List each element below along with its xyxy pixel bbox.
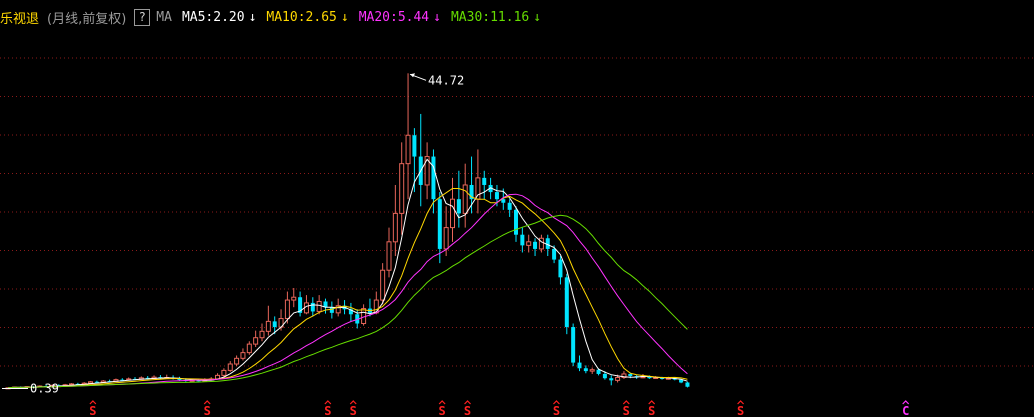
candle-body-down	[272, 321, 277, 328]
signal-s-marker: S	[350, 404, 357, 417]
candle-body-down	[431, 156, 436, 200]
signal-s-marker: S	[464, 404, 471, 417]
candle-body-up	[259, 330, 265, 339]
candle-body-up	[234, 357, 240, 365]
high-price-label: 44.72	[428, 73, 464, 87]
candle-body-down	[602, 373, 607, 379]
candle-body-up	[386, 241, 392, 271]
candle-body-up	[227, 363, 233, 371]
chart-header: 乐视退 (月线,前复权) ? MA MA5:2.20 ↓ MA10:2.65 ↓…	[0, 0, 1034, 34]
low-price-label: 0.39	[30, 382, 59, 396]
candle-body-down	[558, 259, 563, 278]
candle-body-up	[246, 343, 252, 354]
period-subtitle: (月线,前复权)	[47, 11, 127, 27]
signal-s-marker: S	[439, 404, 446, 417]
ma20-down-arrow-icon: ↓	[433, 9, 441, 25]
candle-body-up	[253, 337, 259, 345]
ma10-line	[7, 188, 688, 389]
candle-body-down	[310, 302, 315, 312]
candle-body-down	[533, 241, 538, 249]
ma5-line	[7, 158, 688, 389]
candle-body-up	[443, 227, 449, 250]
candle-body-down	[628, 373, 633, 377]
signal-s-marker: S	[324, 404, 331, 417]
high-pointer-arrow	[410, 73, 416, 78]
candle-body-down	[564, 277, 569, 328]
candle-body-up	[538, 237, 544, 250]
candle-body-down	[482, 177, 487, 185]
ma20-value: MA20:5.44	[358, 9, 430, 25]
stock-title: 乐视退	[0, 11, 40, 27]
signal-c-marker: C	[902, 404, 909, 417]
candle-body-up	[615, 377, 621, 381]
candlestick-chart: 44.72 0.39 S S S S S S S S S S C	[0, 57, 1034, 417]
help-button[interactable]: ?	[134, 8, 151, 26]
candle-body-down	[494, 192, 499, 200]
candle-body-up	[475, 177, 481, 200]
signal-s-marker: S	[737, 404, 744, 417]
signal-s-marker: S	[648, 404, 655, 417]
candle-body-up	[284, 299, 290, 320]
ma30-value: MA30:11.16	[450, 9, 530, 25]
candle-body-up	[316, 300, 322, 312]
candle-body-down	[571, 327, 576, 363]
candle-body-up	[380, 269, 386, 301]
signal-s-marker: S	[204, 404, 211, 417]
ma30-down-arrow-icon: ↓	[533, 9, 542, 25]
candle-body-up	[589, 369, 595, 372]
candle-body-up	[450, 198, 455, 229]
ma5-value: MA5:2.20	[181, 9, 245, 25]
candle-body-down	[514, 209, 518, 235]
ma10-down-arrow-icon: ↓	[340, 9, 349, 25]
candle-body-down	[507, 202, 512, 210]
candle-body-up	[399, 163, 405, 214]
candle-body-down	[685, 382, 690, 387]
ma5-down-arrow-icon: ↓	[248, 9, 257, 25]
ma-label: MA	[156, 9, 172, 25]
candle-body-down	[437, 199, 442, 249]
ma20-line	[7, 193, 688, 389]
candle-body-up	[392, 212, 398, 243]
candle-body-down	[329, 307, 334, 313]
signal-s-marker: S	[623, 404, 630, 417]
candle-body-up	[526, 241, 532, 246]
candle-body-down	[577, 362, 582, 369]
candle-body-down	[583, 368, 588, 372]
signal-s-marker: S	[553, 404, 560, 417]
candle-body-up	[265, 320, 271, 332]
signal-s-marker: S	[89, 404, 96, 417]
candle-body-down	[456, 199, 461, 214]
candle-body-up	[88, 381, 94, 384]
candle-body-up	[221, 369, 227, 376]
candle-body-down	[412, 135, 417, 157]
ma10-value: MA10:2.65	[266, 9, 337, 25]
candle-body-up	[240, 352, 246, 359]
candle-body-down	[520, 234, 525, 246]
candle-body-up	[373, 299, 379, 314]
candle-body-up	[291, 296, 297, 301]
candle-body-down	[609, 378, 614, 381]
candle-body-down	[552, 248, 557, 260]
ma30-line	[7, 214, 688, 389]
candle-body-up	[462, 184, 468, 214]
candle-body-up	[405, 134, 411, 165]
